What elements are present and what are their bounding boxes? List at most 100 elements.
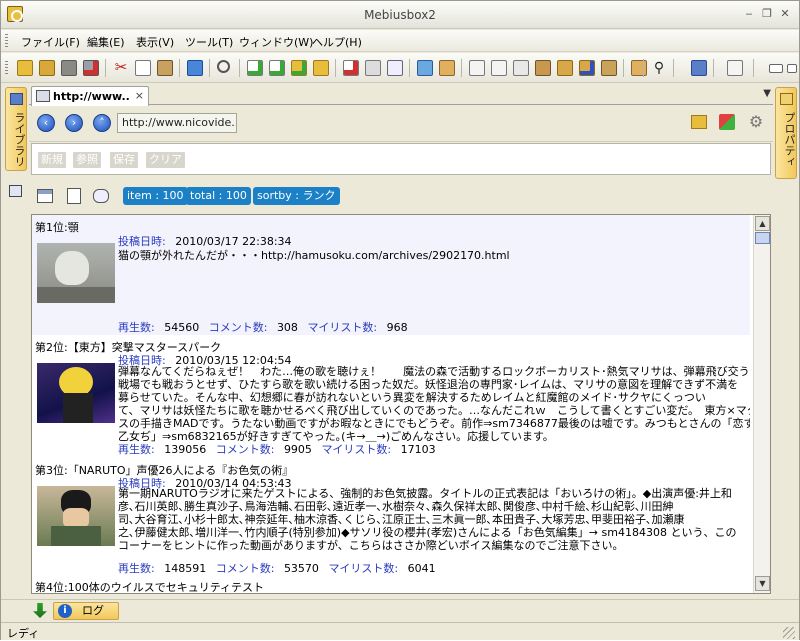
resize-grip[interactable] [783, 627, 795, 639]
remove-file-icon[interactable] [343, 60, 359, 76]
menu-bar: ファイル(F) 編集(E) 表示(V) ツール(T) ウィンドウ(W) ヘルプ(… [1, 30, 799, 52]
list-item[interactable]: 第3位:「NARUTO」声優26人による『お色気の術』 投稿日時: 2010/0… [32, 460, 750, 578]
log-tab[interactable]: i ログ [53, 602, 119, 620]
new-button[interactable]: 新規 [38, 152, 66, 168]
list-item[interactable]: 第1位:顎 投稿日時: 2010/03/17 22:38:34 猫の顎が外れたん… [32, 215, 750, 335]
mylist-value: 17103 [400, 443, 436, 456]
plays-value: 148591 [164, 562, 207, 575]
menu-view[interactable]: 表示(V) [136, 34, 174, 50]
thumbnail-image[interactable] [37, 243, 115, 303]
open-folder-icon[interactable] [691, 115, 707, 129]
toolbar-separator [753, 59, 754, 77]
vertical-scrollbar[interactable]: ▲ ▼ [753, 215, 770, 593]
bottom-panel-bar: i ログ [1, 599, 799, 621]
add-page-icon[interactable] [269, 60, 285, 76]
thumbnail-image[interactable] [37, 486, 115, 546]
delete-folder-icon[interactable] [83, 60, 99, 76]
copy-icon[interactable] [135, 60, 151, 76]
list-item[interactable]: 第2位:【東方】突撃マスタースパーク 投稿日時: 2010/03/15 12:0… [32, 335, 750, 463]
menu-help[interactable]: ヘルプ(H) [312, 34, 362, 50]
menu-window[interactable]: ウィンドウ(W) [239, 34, 313, 50]
panel-icon[interactable] [769, 64, 783, 73]
trash-icon[interactable] [365, 60, 381, 76]
list-icon[interactable] [631, 60, 647, 76]
gear-icon[interactable]: ⚙ [747, 113, 765, 131]
download-icon[interactable] [33, 603, 47, 618]
comments-label: コメント数: [208, 321, 268, 334]
toolbar-separator [643, 59, 644, 77]
brush-icon[interactable] [601, 60, 617, 76]
preview-icon[interactable] [727, 60, 743, 76]
log-tab-label: ログ [82, 604, 104, 617]
tab-menu-chevron-down-icon[interactable]: ▼ [763, 88, 771, 99]
description-line: 弾幕なんてくだらねぇぜ！ わた…俺の歌を聴けぇ！ 魔法の森で活動するロックボーカ… [118, 365, 750, 378]
thumbnail-image[interactable] [37, 363, 115, 423]
edit-icon[interactable] [67, 188, 81, 204]
binoculars-icon[interactable]: ⚲ [651, 60, 667, 76]
menu-edit[interactable]: 編集(E) [87, 34, 125, 50]
bookmark-icon[interactable] [719, 114, 735, 130]
sort-badge[interactable]: sortby : ランク [253, 187, 340, 205]
posted-label: 投稿日時: [118, 235, 166, 248]
stamp-icon[interactable] [557, 60, 573, 76]
scroll-up-button[interactable]: ▲ [755, 216, 770, 231]
clear-button[interactable]: クリア [146, 152, 185, 168]
item-count-badge[interactable]: item : 100 [123, 187, 188, 205]
cut-icon[interactable]: ✂ [113, 60, 129, 76]
tab-nicovideo[interactable]: http://www... × [31, 86, 149, 106]
save-button[interactable]: 保存 [110, 152, 138, 168]
refresh-icon[interactable] [187, 60, 203, 76]
import-icon[interactable] [417, 60, 433, 76]
clipboard-icon[interactable] [535, 60, 551, 76]
toolbar-grip[interactable] [5, 61, 8, 75]
add-folder-icon[interactable] [291, 60, 307, 76]
stats-line: 再生数: 148591 コメント数: 53570 マイリスト数: 6041 [118, 560, 436, 576]
toolbar-separator [673, 59, 674, 77]
add-file-icon[interactable] [247, 60, 263, 76]
grid-icon[interactable] [691, 60, 707, 76]
property-tab[interactable]: プロパティ [775, 87, 797, 179]
tab-icon[interactable] [513, 60, 529, 76]
forward-button[interactable]: › [65, 114, 83, 132]
panel-split-icon[interactable] [787, 64, 797, 73]
window-icon[interactable] [491, 60, 507, 76]
open-folder-icon[interactable] [17, 60, 33, 76]
total-count-badge[interactable]: total : 100 [186, 187, 251, 205]
info-icon: i [58, 604, 72, 618]
restore-button[interactable]: ❐ [759, 7, 775, 21]
table-icon[interactable] [37, 189, 53, 203]
rank-title[interactable]: 第4位:100体のウイルスでセキュリティテスト [35, 579, 264, 593]
list-item[interactable]: 第4位:100体のウイルスでセキュリティテスト [32, 577, 750, 593]
minimize-button[interactable]: ‒ [741, 7, 757, 21]
new-folder-icon[interactable] [39, 60, 55, 76]
folder-icon[interactable] [313, 60, 329, 76]
search-row: 新規 参照 保存 クリア [31, 143, 771, 175]
document-icon[interactable] [387, 60, 403, 76]
url-field[interactable]: http://www.nicovide... [117, 113, 237, 133]
grid-view-icon[interactable] [9, 185, 22, 197]
scroll-down-button[interactable]: ▼ [755, 576, 770, 591]
export-icon[interactable] [439, 60, 455, 76]
plays-label: 再生数: [118, 562, 155, 575]
tool-icon[interactable] [61, 60, 77, 76]
comment-icon[interactable] [93, 189, 109, 203]
menu-grip[interactable] [5, 34, 8, 48]
rank-title[interactable]: 第1位:顎 [35, 219, 79, 235]
search-icon[interactable] [217, 60, 230, 73]
toolbar: ✂ ⚲ [1, 53, 799, 83]
up-button[interactable]: ˄ [93, 114, 111, 132]
close-button[interactable]: ✕ [777, 7, 793, 21]
left-side-panel: ライブラリ [3, 85, 29, 597]
menu-tools[interactable]: ツール(T) [185, 34, 233, 50]
paste-icon[interactable] [157, 60, 173, 76]
browse-button[interactable]: 参照 [73, 152, 101, 168]
library-tab[interactable]: ライブラリ [5, 87, 27, 171]
back-button[interactable]: ‹ [37, 114, 55, 132]
thumbnail-body [51, 526, 101, 546]
copy-list-icon[interactable] [469, 60, 485, 76]
user-icon[interactable] [579, 60, 595, 76]
close-icon[interactable]: × [135, 89, 144, 102]
comments-label: コメント数: [215, 562, 275, 575]
menu-file[interactable]: ファイル(F) [21, 34, 80, 50]
scroll-thumb[interactable] [755, 232, 770, 244]
